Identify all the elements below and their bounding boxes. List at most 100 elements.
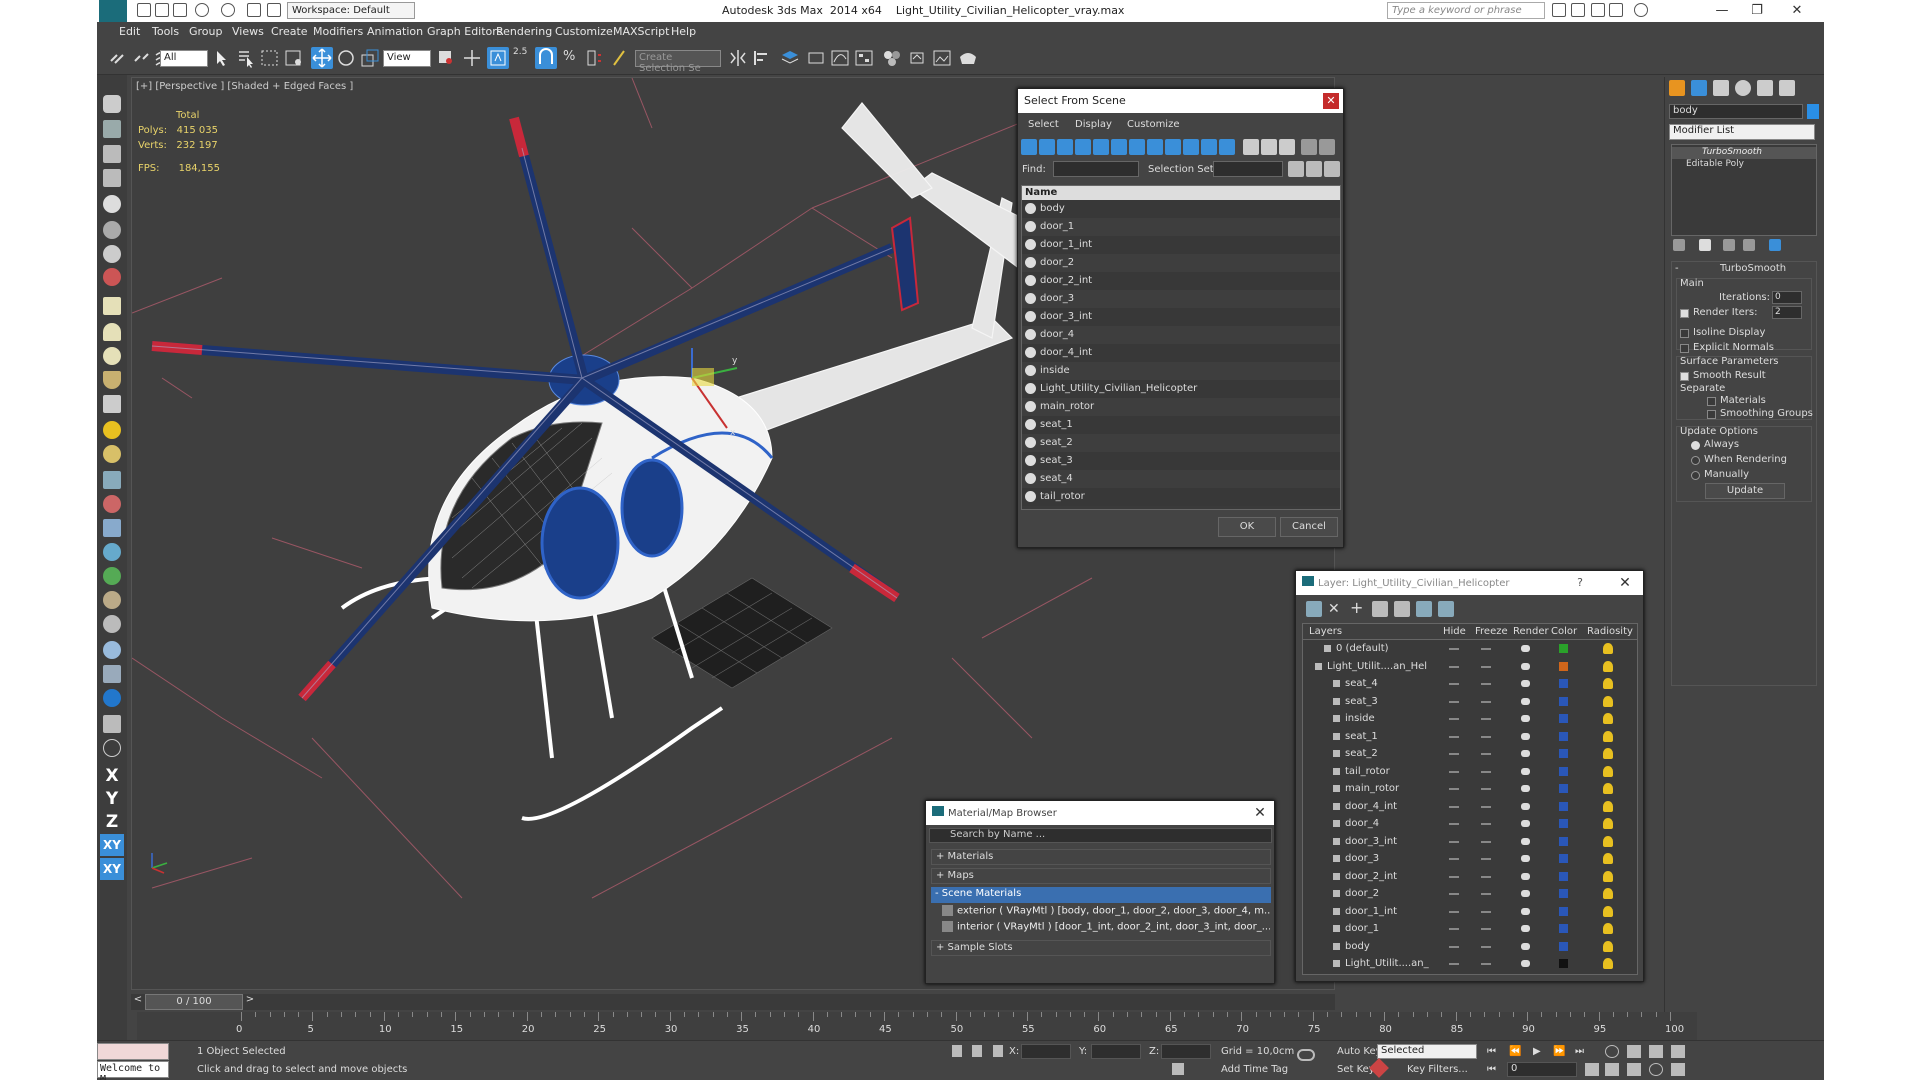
redo-icon[interactable] (221, 3, 235, 17)
layer-row[interactable]: seat_2 (1303, 745, 1637, 762)
layer-color-swatch[interactable] (1559, 889, 1568, 898)
layer-color-swatch[interactable] (1559, 644, 1568, 653)
freeze-toggle[interactable] (1481, 700, 1491, 703)
select-and-scale-icon[interactable] (359, 47, 381, 69)
sfs-menu-select[interactable]: Select (1028, 119, 1059, 130)
layer-color-swatch[interactable] (1559, 941, 1568, 951)
radiosity-icon[interactable] (1603, 905, 1613, 917)
lock-selection-icon[interactable] (972, 1045, 982, 1057)
hide-toggle[interactable] (1449, 928, 1459, 930)
stack-editable-poly[interactable]: Editable Poly (1672, 159, 1816, 171)
freeze-toggle[interactable] (1481, 893, 1491, 895)
layer-row[interactable]: seat_4 (1303, 675, 1637, 692)
pin-stack-icon[interactable] (1673, 239, 1685, 251)
select-none-icon[interactable] (1261, 139, 1277, 155)
layer-row[interactable]: 0 (default) (1303, 640, 1637, 657)
close-window-button[interactable]: ✕ (1782, 2, 1812, 20)
paint-icon[interactable] (103, 495, 121, 513)
radiosity-icon[interactable] (1603, 713, 1613, 724)
grid-icon[interactable] (103, 471, 121, 489)
box-icon[interactable] (103, 297, 121, 315)
freeze-toggle[interactable] (1481, 718, 1491, 720)
render-teapot-icon[interactable] (1521, 890, 1530, 897)
show-end-result-icon[interactable] (1699, 239, 1711, 251)
layer-close-button[interactable]: ✕ (1617, 575, 1633, 591)
bubble-icon[interactable] (103, 641, 121, 659)
save-file-icon[interactable] (173, 3, 187, 17)
iterations-spinner[interactable]: 0 (1772, 291, 1802, 304)
track-bar[interactable]: 0 5 10 15 20 25 30 35 40 45 50 55 60 65 70 75 80 85 90 95 10… (137, 1012, 1697, 1040)
hair-icon[interactable] (103, 591, 121, 609)
radiosity-icon[interactable] (1603, 678, 1613, 689)
render-teapot-icon[interactable] (1521, 785, 1530, 792)
maxscript-welcome[interactable]: Welcome to M (97, 1061, 169, 1080)
select-and-move-icon[interactable] (311, 47, 333, 69)
filter-hidden-icon[interactable] (1219, 139, 1235, 155)
filter-helpers-icon[interactable] (1093, 139, 1109, 155)
schematic-view-icon[interactable] (853, 47, 875, 69)
align-icon[interactable] (751, 47, 773, 69)
sfs-ok-button[interactable]: OK (1218, 517, 1276, 537)
modify-tab-icon[interactable] (1691, 80, 1707, 96)
layer-row[interactable]: door_1 (1303, 920, 1637, 937)
menu-group[interactable]: Group (189, 25, 223, 38)
hide-toggle[interactable] (1449, 910, 1459, 913)
select-in-layer-icon[interactable] (1372, 601, 1388, 617)
scene-object-row[interactable]: body (1022, 200, 1340, 218)
layer-color-swatch[interactable] (1559, 924, 1568, 933)
plant-icon[interactable] (103, 567, 121, 585)
freeze-toggle[interactable] (1481, 840, 1491, 843)
layer-row[interactable]: seat_3 (1303, 693, 1637, 710)
binoculars-icon[interactable] (1552, 3, 1566, 17)
freeze-toggle[interactable] (1481, 788, 1491, 790)
axis-xy-button[interactable]: XY (100, 834, 124, 856)
help-icon[interactable] (1634, 3, 1648, 17)
sfs-menu-display[interactable]: Display (1075, 119, 1112, 130)
menu-rendering[interactable]: Rendering (496, 25, 552, 38)
freeze-toggle[interactable] (1481, 665, 1491, 668)
hide-toggle[interactable] (1449, 858, 1459, 860)
scene-object-row[interactable]: door_4_int (1022, 344, 1340, 362)
freeze-toggle[interactable] (1481, 910, 1491, 913)
render-teapot-icon[interactable] (1521, 697, 1530, 705)
window-crossing-icon[interactable] (283, 47, 305, 69)
layer-row[interactable]: door_2 (1303, 885, 1637, 902)
delete-layer-icon[interactable]: ✕ (1328, 601, 1344, 617)
freeze-toggle[interactable] (1481, 683, 1491, 685)
radiosity-icon[interactable] (1603, 695, 1613, 707)
scene-materials-section[interactable]: - Scene Materials (931, 887, 1271, 903)
selection-filter-dropdown[interactable]: All (160, 50, 208, 67)
zoom-extents-all-icon[interactable] (1671, 1045, 1685, 1058)
hide-toggle[interactable] (1449, 805, 1459, 808)
menu-views[interactable]: Views (232, 25, 264, 38)
update-manually-radio[interactable] (1691, 471, 1700, 480)
material-exterior[interactable]: exterior ( VRayMtl ) [body, door_1, door… (942, 905, 1270, 920)
freeze-toggle[interactable] (1481, 963, 1491, 965)
max-logo-icon[interactable] (99, 0, 127, 22)
spinner-snap-icon[interactable] (583, 47, 605, 69)
render-teapot-icon[interactable] (1521, 645, 1530, 652)
radiosity-icon[interactable] (1603, 888, 1613, 899)
scene-object-row[interactable]: door_4 (1022, 326, 1340, 344)
material-search-input[interactable]: Search by Name ... (929, 828, 1272, 843)
scene-object-row[interactable]: main_rotor (1022, 398, 1340, 416)
layer-row[interactable]: door_3_int (1303, 833, 1637, 850)
highlight-layer-icon[interactable] (1394, 601, 1410, 617)
filter-spacewarps-icon[interactable] (1111, 139, 1127, 155)
camera-icon[interactable] (103, 268, 121, 286)
select-and-rotate-icon[interactable] (335, 47, 357, 69)
layer-row[interactable]: Light_Utilit....an_ (1303, 955, 1637, 972)
col-radiosity[interactable]: Radiosity (1587, 624, 1633, 640)
scene-object-row[interactable]: door_2 (1022, 254, 1340, 272)
sheet-icon[interactable] (103, 169, 121, 187)
layer-color-swatch[interactable] (1559, 749, 1568, 758)
motion-tab-icon[interactable] (1735, 80, 1751, 96)
time-slider-thumb[interactable]: 0 / 100 (145, 994, 243, 1010)
maximize-viewport-icon[interactable] (1671, 1063, 1685, 1076)
absolute-mode-icon[interactable] (993, 1045, 1003, 1057)
filter-containers-icon[interactable] (1183, 139, 1199, 155)
snaps-toggle-icon[interactable]: 2.5 (511, 47, 533, 69)
scene-object-row[interactable]: tail_rotor (1022, 488, 1340, 506)
layer-color-swatch[interactable] (1559, 784, 1568, 793)
filter-groups-icon[interactable] (1129, 139, 1145, 155)
